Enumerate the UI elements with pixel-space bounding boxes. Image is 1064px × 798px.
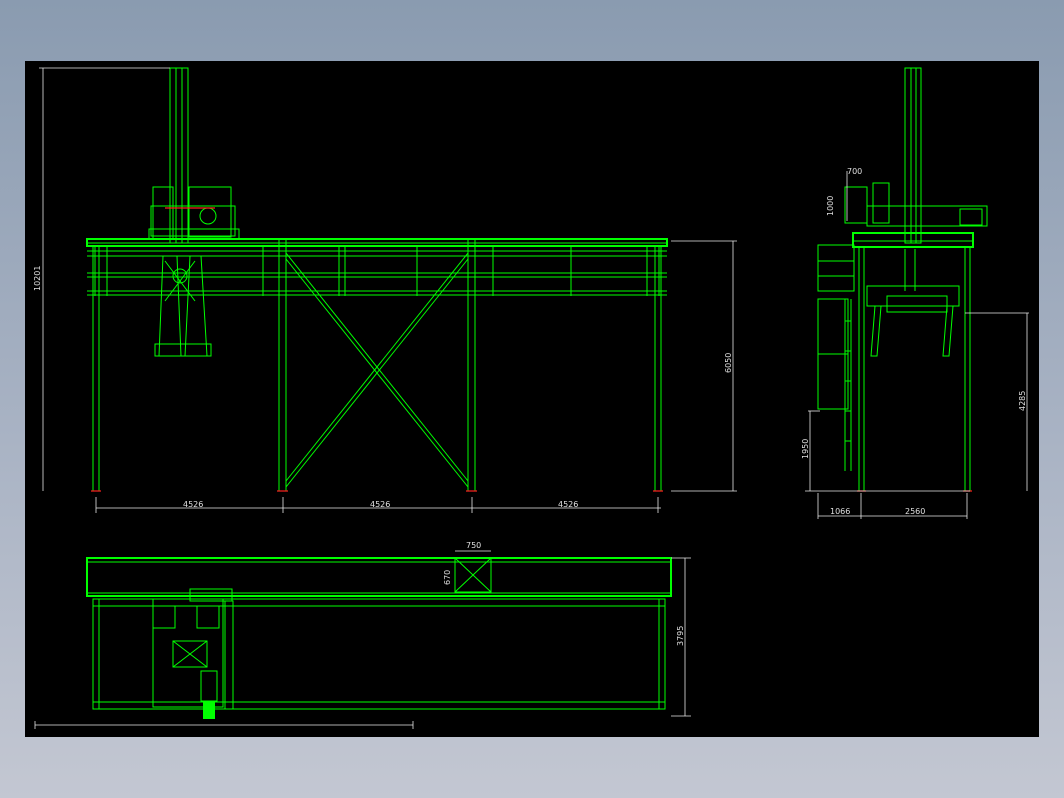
- dim-ladder-offset: 1066: [830, 507, 850, 516]
- top-dimensions: 750 670 3795: [34, 541, 691, 729]
- side-dimensions: 700 1000 4285 1950 1066 2560: [801, 167, 1029, 519]
- side-view: [817, 67, 988, 492]
- top-view: [86, 557, 672, 719]
- dim-span-2: 4526: [370, 500, 390, 509]
- cad-drawing-canvas[interactable]: 10201 6050 4526 4526 4526 700 1000 4285 …: [25, 61, 1039, 737]
- dim-total-height: 10201: [33, 266, 42, 291]
- front-view: [86, 67, 668, 492]
- dim-span-3: 4526: [558, 500, 578, 509]
- dim-box-height: 670: [443, 570, 452, 585]
- dim-gripper-height: 4285: [1018, 391, 1027, 411]
- dim-rail-gauge: 2560: [905, 507, 925, 516]
- dim-frame-depth: 3795: [676, 626, 685, 646]
- dim-motor-width: 700: [847, 167, 862, 176]
- dim-span-1: 4526: [183, 500, 203, 509]
- dim-beam-height: 6050: [724, 353, 733, 373]
- dim-ladder-height: 1950: [801, 439, 810, 459]
- gantry-drawing: 10201 6050 4526 4526 4526 700 1000 4285 …: [33, 67, 1029, 729]
- dim-box-width: 750: [466, 541, 481, 550]
- dim-motor-height: 1000: [826, 196, 835, 216]
